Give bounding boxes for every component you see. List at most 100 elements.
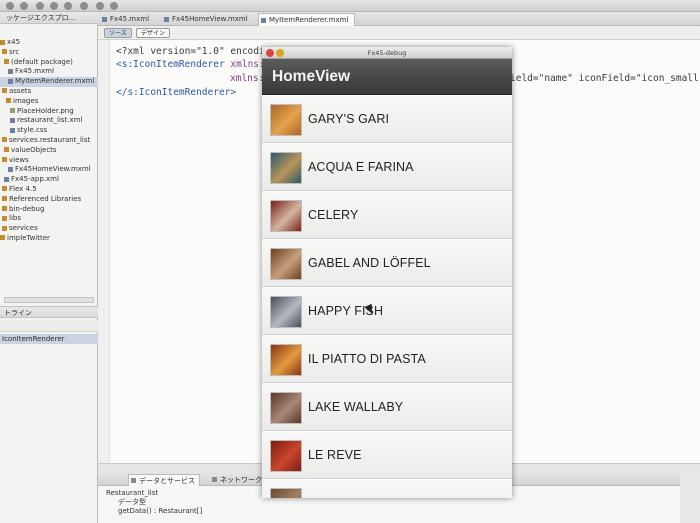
tree-item[interactable]: Fx45-app.xml (0, 175, 98, 185)
list-item[interactable]: LAKE WALLABY (262, 383, 512, 431)
folder-icon (2, 206, 7, 212)
source-mode-button[interactable]: ソース (104, 28, 132, 38)
ide-toolbar (0, 0, 700, 12)
restaurant-name: LE REVE (308, 448, 362, 462)
tree-item[interactable]: src (0, 48, 98, 58)
simulator-titlebar[interactable]: Fx45-debug (262, 47, 512, 59)
toolbar-debug-icon[interactable] (36, 2, 44, 10)
list-item[interactable]: HAPPY FISH (262, 287, 512, 335)
restaurant-thumbnail (270, 488, 302, 498)
file-icon (8, 166, 13, 172)
toolbar-forward-icon[interactable] (110, 2, 118, 10)
package-explorer-tab[interactable]: ッケージエクスプロ... (0, 12, 98, 24)
tree-item[interactable]: (default package) (0, 58, 98, 68)
tree-item-label: views (9, 155, 29, 164)
tree-item-label: impleTwitter (7, 233, 50, 242)
operation-node[interactable]: getData() : Restaurant[] (118, 507, 202, 516)
restaurant-name: LAKE WALLABY (308, 400, 404, 414)
tab-data-services[interactable]: データとサービス (128, 474, 200, 486)
right-scroll-area (680, 472, 700, 523)
toolbar-run-icon[interactable] (50, 2, 58, 10)
tree-item[interactable]: Flex 4.5 (0, 185, 98, 195)
toolbar-save-icon[interactable] (20, 2, 28, 10)
tree-item[interactable]: services.restaurant_list (0, 136, 98, 146)
tree-item-label: bin-debug (9, 204, 45, 213)
tree-item[interactable]: services (0, 224, 98, 234)
list-item[interactable]: IL PIATTO DI PASTA (262, 335, 512, 383)
folder-icon (2, 157, 7, 163)
editor-gutter (98, 40, 110, 463)
tree-item-label: Flex 4.5 (9, 184, 37, 193)
restaurant-thumbnail (270, 296, 302, 328)
tree-item[interactable]: restaurant_list.xml (0, 116, 98, 126)
tree-item-label: images (13, 96, 39, 105)
tree-item-label: MyItemRenderer.mxml (15, 77, 95, 86)
tab-network[interactable]: ネットワーク (210, 474, 266, 486)
toolbar-back-icon[interactable] (96, 2, 104, 10)
folder-icon (0, 235, 5, 241)
file-icon (8, 68, 13, 74)
restaurant-name: GABEL AND LÖFFEL (308, 256, 431, 270)
tree-item[interactable]: valueObjects (0, 146, 98, 156)
tree-item[interactable]: Fx45HomeView.mxml (0, 165, 98, 175)
outline-tab[interactable]: トライン (0, 306, 98, 318)
list-item[interactable]: GABEL AND LÖFFEL (262, 239, 512, 287)
list-item[interactable]: LE REVE (262, 431, 512, 479)
datatype-node[interactable]: データ型 (118, 498, 146, 507)
toolbar-search-icon[interactable] (80, 2, 88, 10)
tree-item[interactable]: assets (0, 87, 98, 97)
tree-item-label: (default package) (11, 57, 73, 66)
folder-icon (2, 186, 7, 192)
tree-item[interactable]: images (0, 97, 98, 107)
editor-tab-itemrenderer[interactable]: MyItemRenderer.mxml (258, 13, 356, 26)
package-explorer: ッケージエクスプロ... x45 src (default package) Fx45… (0, 12, 98, 523)
tree-item-label: src (9, 47, 20, 56)
restaurant-thumbnail (270, 200, 302, 232)
restaurant-thumbnail (270, 344, 302, 376)
restaurant-name: ACQUA E FARINA (308, 160, 414, 174)
tree-item[interactable]: bin-debug (0, 205, 98, 215)
tree-item[interactable]: style.css (0, 126, 98, 136)
restaurant-thumbnail (270, 104, 302, 136)
list-item[interactable]: ACQUA E FARINA (262, 143, 512, 191)
tree-item[interactable]: impleTwitter (0, 234, 98, 244)
outline-toolbar (0, 320, 98, 332)
restaurant-name: GARY'S GARI (308, 112, 390, 126)
tree-item-label: x45 (7, 38, 21, 46)
simulator-title: Fx45-debug (367, 49, 407, 57)
toolbar-new-icon[interactable] (6, 2, 14, 10)
folder-icon (6, 98, 11, 104)
folder-icon (4, 59, 9, 65)
code-attr: xmlns: (230, 73, 265, 84)
list-item[interactable]: GARY'S GARI (262, 95, 512, 143)
service-node[interactable]: Restaurant_list (106, 489, 158, 498)
tree-item[interactable]: MyItemRenderer.mxml (0, 77, 98, 87)
tree-item-label: libs (9, 214, 21, 223)
editor-tab-homeview[interactable]: Fx45HomeView.mxml (162, 13, 254, 26)
action-bar: HomeView (262, 59, 512, 95)
outline-item[interactable]: IconItemRenderer (0, 334, 98, 344)
tree-item-label: restaurant_list.xml (17, 116, 83, 125)
tree-item[interactable]: Referenced Libraries (0, 195, 98, 205)
restaurant-thumbnail (270, 440, 302, 472)
editor-tab-fx45[interactable]: Fx45.mxml (100, 13, 155, 26)
tree-item[interactable]: views (0, 156, 98, 166)
code-attr: xmlns: (230, 59, 265, 70)
simulator-window: Fx45-debug HomeView GARY'S GARI ACQUA E F… (262, 47, 512, 498)
file-icon (4, 176, 9, 182)
list-item[interactable] (262, 479, 512, 498)
restaurant-name: CELERY (308, 208, 359, 222)
file-icon (10, 117, 15, 123)
file-icon (10, 127, 15, 133)
tree-item[interactable]: libs (0, 214, 98, 224)
view-title: HomeView (272, 68, 351, 85)
list-item[interactable]: CELERY (262, 191, 512, 239)
tree-item[interactable]: PlaceHolder.png (0, 107, 98, 117)
toolbar-tools-icon[interactable] (64, 2, 72, 10)
tree-scrollbar[interactable] (4, 297, 94, 303)
file-icon (8, 78, 13, 84)
project-tree: x45 src (default package) Fx45.mxml MyItemRe… (0, 38, 98, 244)
tree-item[interactable]: Fx45.mxml (0, 67, 98, 77)
tree-item[interactable]: x45 (0, 38, 98, 48)
design-mode-button[interactable]: デザイン (136, 28, 171, 38)
